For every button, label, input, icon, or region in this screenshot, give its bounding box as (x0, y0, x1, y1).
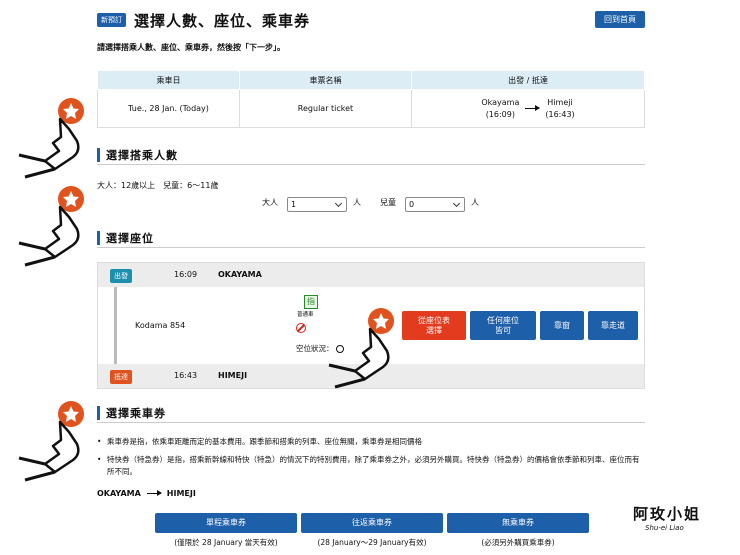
pointing-hand-icon (18, 186, 84, 267)
new-booking-badge: 新預訂 (97, 13, 126, 27)
author-watermark: 阿玫小姐 Shu-ei Liao (633, 503, 723, 543)
arrival-time: 16:43 (174, 371, 198, 380)
ride-date: Tue., 28 Jan. (Today) (97, 89, 240, 128)
child-unit: 人 (471, 198, 479, 207)
round-trip-ticket-button[interactable]: 往返乘車券 (301, 513, 443, 533)
pointing-hand-icon (18, 98, 84, 179)
route-cell: Okayama (16:09) Himeji (16:43) (411, 89, 645, 128)
from-station: Okayama (481, 97, 520, 107)
adult-label: 大人 (262, 198, 278, 207)
arrow-right-icon (146, 490, 162, 496)
no-ticket-note: (必須另外購買乘車券) (481, 538, 555, 547)
arrival-station: HIMEJI (218, 371, 248, 380)
no-ticket-button[interactable]: 無乘車券 (447, 513, 589, 533)
section-passengers-title: 選擇搭乘人數 (106, 149, 178, 162)
passenger-age-note: 大人：12歲以上 兒童：6～11歲 (97, 181, 219, 190)
ticket-notes: 乘車券是指，依乘車距離而定的基本費用。跟季節和搭乘的列車、座位無關，乘車券是相同… (97, 436, 645, 484)
ticket-name: Regular ticket (239, 89, 412, 128)
one-way-ticket-button[interactable]: 單程乘車券 (155, 513, 297, 533)
one-way-ticket-note: (僅限於 28 January 當天有效) (174, 538, 278, 547)
section-tickets: 選擇乘車券 (97, 405, 645, 423)
trip-summary-table: 乘車日 車票名稱 出發 / 抵達 Tue., 28 Jan. (Today) R… (97, 70, 645, 128)
choose-from-seat-map-button[interactable]: 從座位表 選擇 (402, 311, 466, 340)
reserved-seat-icon: 指 (304, 295, 318, 309)
od-to: HIMEJI (166, 489, 196, 498)
header-ticket-name: 車票名稱 (239, 70, 412, 90)
window-seat-button[interactable]: 靠窗 (540, 311, 584, 340)
chevron-down-icon (334, 199, 343, 208)
arrival-tag: 抵達 (110, 370, 132, 384)
page-title: 選擇人數、座位、乘車券 (134, 12, 311, 30)
section-passengers: 選擇搭乘人數 (97, 147, 645, 165)
note-basic-fare: 乘車券是指，依乘車距離而定的基本費用。跟季節和搭乘的列車、座位無關，乘車券是相同… (97, 436, 645, 448)
chevron-down-icon (452, 199, 461, 208)
watermark-text: 阿玫小姐 (633, 505, 702, 523)
pointing-hand-icon (18, 401, 84, 482)
departure-station: OKAYAMA (218, 270, 262, 279)
child-count-select[interactable]: 0 (405, 197, 465, 212)
route-line (114, 287, 117, 364)
round-trip-ticket-note: (28 January～29 January有效) (317, 538, 427, 547)
origin-destination: OKAYAMA HIMEJI (97, 489, 196, 498)
section-seats: 選擇座位 (97, 230, 645, 248)
aisle-seat-button[interactable]: 靠走道 (588, 311, 638, 340)
child-label: 兒童 (380, 198, 396, 207)
departure-tag: 出發 (110, 269, 132, 283)
adult-unit: 人 (353, 198, 361, 207)
page-header: 新預訂 選擇人數、座位、乘車券 回到首頁 (97, 10, 645, 32)
to-time: (16:43) (545, 109, 575, 119)
no-smoking-icon (296, 323, 306, 333)
departure-time: 16:09 (174, 270, 198, 279)
car-type: 普通車 (297, 312, 314, 318)
instruction-text: 請選擇搭乘人數、座位、乘車券，然後按「下一步」。 (97, 43, 285, 52)
to-station: Himeji (547, 97, 573, 107)
arrow-right-icon (525, 105, 541, 111)
adult-count-select[interactable]: 1 (287, 197, 347, 212)
watermark-subtext: Shu-ei Liao (645, 524, 684, 532)
home-button[interactable]: 回到首頁 (595, 11, 645, 28)
header-route: 出發 / 抵達 (411, 70, 645, 90)
departure-row: 出發 16:09 OKAYAMA (98, 263, 644, 287)
section-seats-title: 選擇座位 (106, 232, 154, 245)
note-express-fare: 特快券（特急券）是指，搭乘新幹線和特快（特急）的情況下的特別費用，除了乘車券之外… (97, 454, 645, 478)
od-from: OKAYAMA (97, 489, 141, 498)
from-time: (16:09) (485, 109, 515, 119)
section-tickets-title: 選擇乘車券 (106, 407, 166, 420)
pointing-hand-icon (328, 308, 394, 389)
train-name: Kodama 854 (135, 321, 186, 330)
header-date: 乘車日 (97, 70, 240, 90)
any-seat-button[interactable]: 任何座位 皆可 (470, 311, 536, 340)
